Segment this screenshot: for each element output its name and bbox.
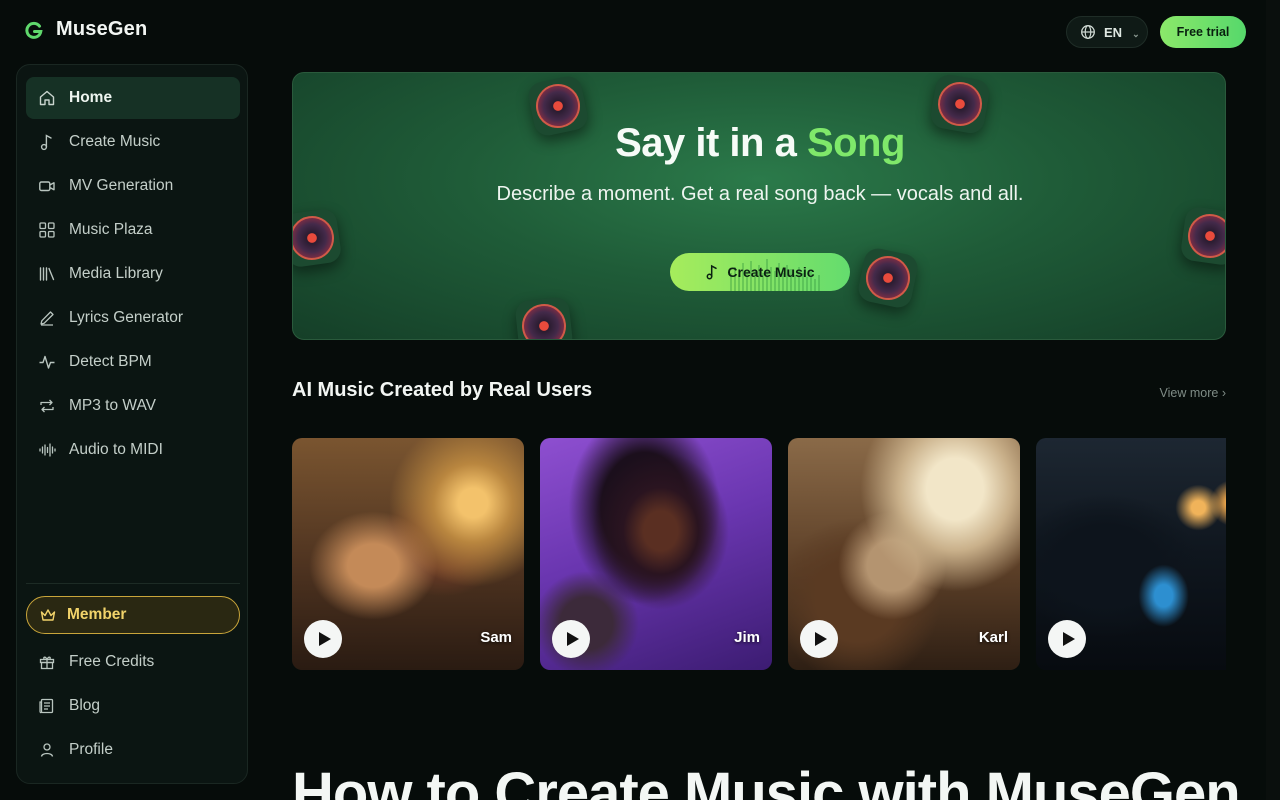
- convert-icon: [40, 399, 54, 413]
- hero-title-accent: Song: [806, 121, 905, 165]
- hero-banner: Say it in a Song Describe a moment. Get …: [292, 72, 1226, 340]
- sidebar-item-audio-to-midi[interactable]: Audio to MIDI: [26, 429, 240, 471]
- library-icon: [39, 267, 55, 281]
- sidebar: Home Create Music MV Generation Music Pl…: [16, 64, 248, 784]
- sidebar-item-blog[interactable]: Blog: [26, 685, 240, 727]
- sidebar-item-profile[interactable]: Profile: [26, 729, 240, 771]
- video-camera-icon: [39, 181, 55, 192]
- sidebar-item-label: MV Generation: [69, 177, 174, 194]
- sidebar-item-label: Lyrics Generator: [69, 309, 183, 326]
- sidebar-item-label: Profile: [69, 741, 113, 758]
- section-title: AI Music Created by Real Users: [292, 379, 593, 401]
- song-card[interactable]: Sam: [292, 438, 524, 670]
- page-scrollbar[interactable]: [1266, 0, 1280, 800]
- album-disc-icon: [855, 245, 921, 311]
- music-note-icon: [706, 264, 718, 280]
- sidebar-item-mp3-to-wav[interactable]: MP3 to WAV: [26, 385, 240, 427]
- play-icon: [566, 632, 579, 646]
- sidebar-item-label: Blog: [69, 697, 101, 714]
- sidebar-item-music-plaza[interactable]: Music Plaza: [26, 209, 240, 251]
- album-disc-icon: [514, 296, 574, 339]
- user-icon: [40, 743, 54, 757]
- how-to-heading: How to Create Music with MuseGen: [292, 756, 1252, 800]
- chevron-down-icon: ⌄: [1132, 28, 1140, 39]
- member-button[interactable]: Member: [26, 596, 240, 634]
- song-card[interactable]: [1036, 438, 1226, 670]
- language-code: EN: [1104, 24, 1123, 40]
- gift-icon: [39, 656, 55, 670]
- sidebar-item-home[interactable]: Home: [26, 77, 240, 119]
- brand-logo[interactable]: MuseGen: [24, 18, 147, 41]
- sidebar-item-mv-generation[interactable]: MV Generation: [26, 165, 240, 207]
- sidebar-item-label: Media Library: [69, 265, 163, 282]
- sidebar-item-detect-bpm[interactable]: Detect BPM: [26, 341, 240, 383]
- top-bar: MuseGen EN ⌄ Free trial: [0, 0, 1280, 62]
- sidebar-item-label: MP3 to WAV: [69, 397, 156, 414]
- play-button[interactable]: [304, 620, 342, 658]
- pen-icon: [40, 311, 54, 326]
- song-card[interactable]: Jim: [540, 438, 772, 670]
- play-icon: [814, 632, 827, 646]
- logo-icon: [25, 21, 43, 39]
- pulse-icon: [39, 355, 55, 369]
- song-card[interactable]: Karl: [788, 438, 1020, 670]
- sidebar-item-label: Music Plaza: [69, 221, 153, 238]
- view-more-link[interactable]: View more ›: [1160, 386, 1226, 400]
- hero-title: Say it in a Song: [293, 121, 1225, 166]
- crown-icon: [40, 609, 56, 621]
- create-music-button[interactable]: Create Music: [670, 253, 850, 291]
- sidebar-item-label: Free Credits: [69, 653, 155, 670]
- newspaper-icon: [39, 698, 54, 714]
- globe-icon: [1081, 25, 1095, 39]
- sidebar-item-media-library[interactable]: Media Library: [26, 253, 240, 295]
- sidebar-item-label: Create Music: [69, 133, 161, 150]
- music-note-icon: [40, 134, 52, 151]
- sidebar-item-create-music[interactable]: Create Music: [26, 121, 240, 163]
- waveform-icon: [39, 443, 56, 457]
- create-music-label: Create Music: [727, 264, 815, 280]
- free-trial-button[interactable]: Free trial: [1160, 16, 1246, 48]
- hero-subtitle: Describe a moment. Get a real song back …: [496, 183, 1024, 205]
- play-button[interactable]: [552, 620, 590, 658]
- card-artist-name: Jim: [734, 629, 760, 646]
- sidebar-item-lyrics-generator[interactable]: Lyrics Generator: [26, 297, 240, 339]
- album-disc-icon: [1179, 205, 1225, 267]
- language-selector[interactable]: EN ⌄: [1066, 16, 1148, 48]
- home-icon: [39, 90, 55, 106]
- sidebar-divider: [26, 583, 240, 584]
- how-to-heading-text: How to Create Music with MuseGen: [292, 761, 1241, 800]
- sidebar-item-label: Detect BPM: [69, 353, 152, 370]
- play-icon: [1062, 632, 1075, 646]
- showcase-cards: Sam Jim Karl: [292, 438, 1226, 670]
- play-button[interactable]: [1048, 620, 1086, 658]
- play-button[interactable]: [800, 620, 838, 658]
- sidebar-item-label: Home: [69, 89, 113, 106]
- card-artist-name: Sam: [480, 629, 512, 646]
- hero-title-prefix: Say it in a: [615, 121, 807, 165]
- sidebar-item-free-credits[interactable]: Free Credits: [26, 641, 240, 683]
- sidebar-item-label: Audio to MIDI: [69, 441, 163, 458]
- member-label: Member: [67, 606, 127, 623]
- album-disc-icon: [293, 207, 343, 269]
- brand-name: MuseGen: [56, 18, 148, 40]
- grid-icon: [39, 222, 55, 238]
- play-icon: [318, 632, 331, 646]
- card-artist-name: Karl: [978, 629, 1008, 646]
